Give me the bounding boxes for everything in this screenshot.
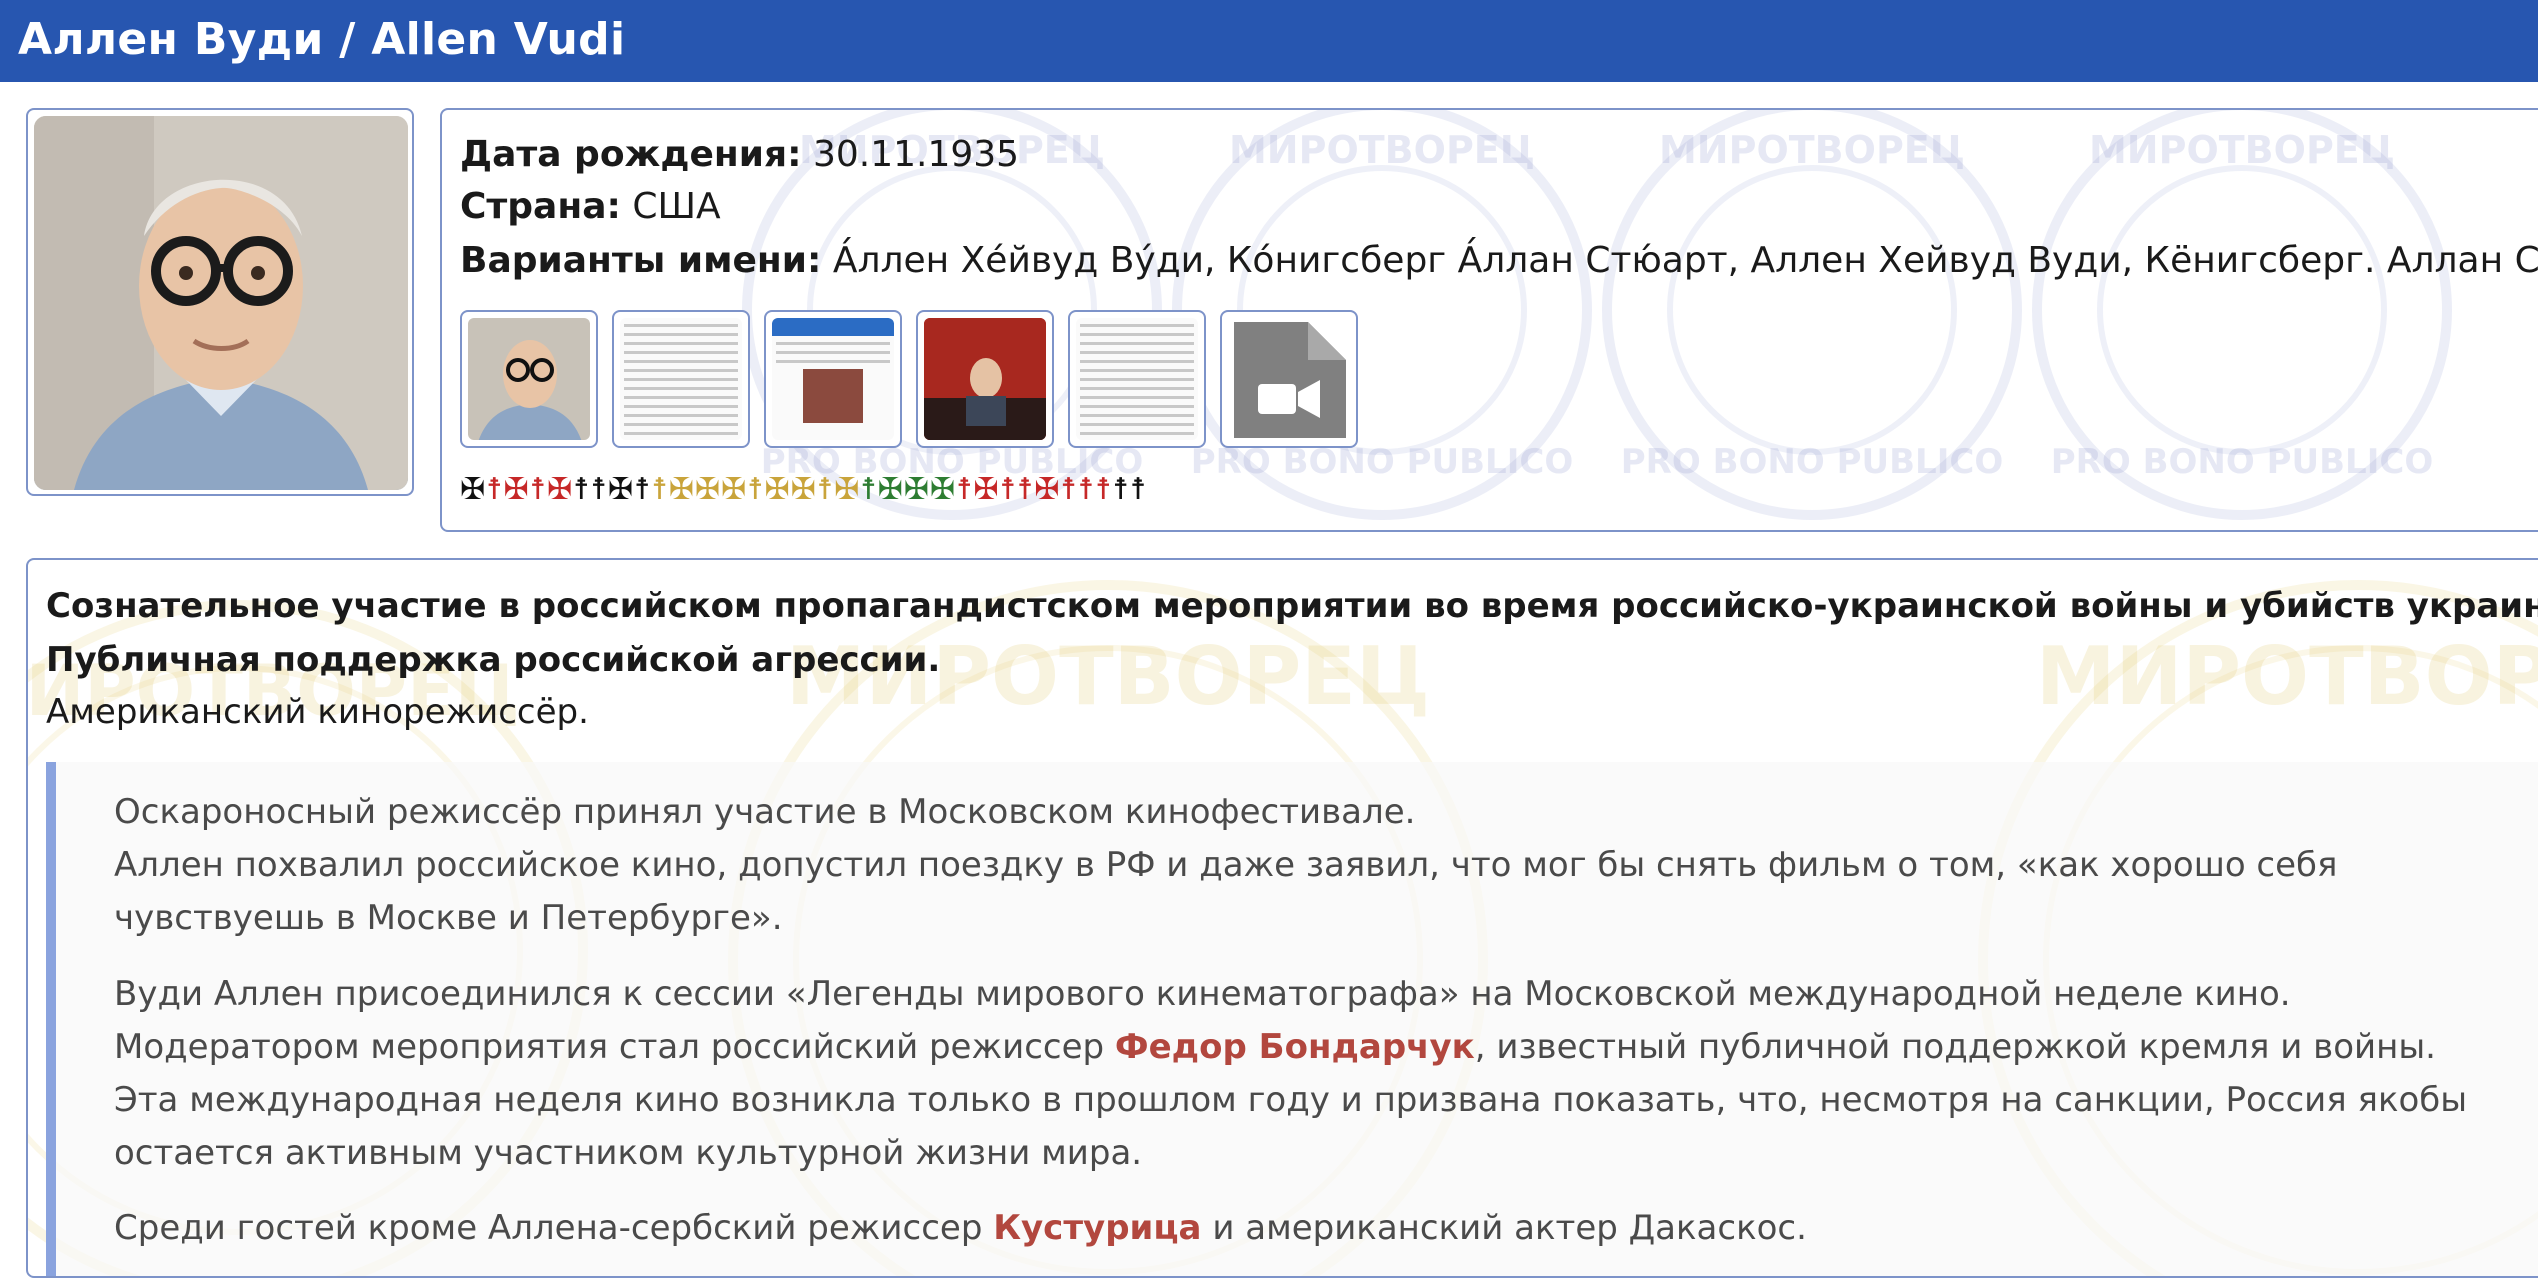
cross-marker: ✠ [460, 472, 487, 507]
media-thumbnails [460, 310, 1358, 448]
paragraph-3: Среди гостей кроме Аллена-сербский режис… [114, 1202, 2534, 1255]
watermark-text: МИРОТВОРЕЦ [2035, 630, 2538, 723]
birth-date-label: Дата рождения: [460, 134, 802, 175]
cross-marker: ☨ [860, 472, 878, 507]
paragraph-text: Аллен похвалил российское кино, допустил… [114, 845, 2338, 938]
cross-marker: ☨ [634, 472, 652, 507]
watermark-text: PRO BONO PUBLICO [1620, 442, 2004, 482]
cross-marker: ☨ [1112, 472, 1130, 507]
name-variants-value: А́ллен Хе́йвуд Ву́ди, Ко́нигсберг А́ллан… [832, 240, 2538, 281]
link-bondarchuk[interactable]: Федор Бондарчук [1115, 1027, 1475, 1067]
thumbnail-photo[interactable] [916, 310, 1054, 448]
cross-marker: ☨ [816, 472, 835, 507]
profile-photo-frame [26, 108, 414, 496]
watermark-text: МИРОТВОРЕЦ [1658, 128, 1966, 172]
paragraph-text: Среди гостей кроме Аллена-сербский режис… [114, 1208, 994, 1248]
paragraph-1: Оскароносный режиссёр принял участие в М… [114, 786, 2534, 945]
cross-marker: ☨ [486, 472, 504, 507]
cross-marker: ☨ [1016, 472, 1035, 507]
country-row: Страна: США [460, 186, 721, 227]
cross-marker: ✠ [903, 472, 930, 507]
cross-marker: ✠ [668, 472, 695, 507]
cross-marker: ☨ [1077, 472, 1096, 507]
profile-photo[interactable] [34, 116, 408, 490]
cross-marker: ✠ [790, 472, 817, 507]
cross-marker: ✠ [607, 472, 634, 507]
profile-subtitle: Американский кинорежиссёр. [46, 692, 589, 732]
cross-marker: ☨ [651, 472, 669, 507]
thumbnail-document[interactable] [764, 310, 902, 448]
profile-info-panel: МИРОТВОРЕЦ PRO BONO PUBLICO МИРОТВОРЕЦ P… [440, 108, 2538, 532]
cross-marker: ☨ [529, 472, 547, 507]
cross-marker: ☨ [956, 472, 974, 507]
cross-markers: ✠☨✠☨✠☨☨✠☨☨✠✠✠☨✠✠☨✠☨✠✠✠☨✠☨☨✠☨☨☨☨☨ [460, 472, 1147, 507]
cross-marker: ✠ [834, 472, 861, 507]
birth-date-value: 30.11.1935 [812, 134, 1020, 175]
birth-date-row: Дата рождения: 30.11.1935 [460, 134, 1019, 175]
watermark-text: МИРОТВОРЕЦ [2088, 128, 2396, 172]
name-variants-row: Варианты имени: А́ллен Хе́йвуд Ву́ди, Ко… [460, 240, 2538, 281]
cross-marker: ✠ [503, 472, 530, 507]
paragraph-text: и американский актер Дакаскос. [1201, 1208, 1807, 1248]
name-variants-label: Варианты имени: [460, 240, 822, 281]
country-value: США [632, 186, 721, 227]
thumbnail-document[interactable] [1068, 310, 1206, 448]
thumbnail-photo[interactable] [460, 310, 598, 448]
cross-marker: ✠ [547, 472, 574, 507]
cross-marker: ☨ [590, 472, 608, 507]
link-kusturica[interactable]: Кустурица [993, 1208, 1201, 1248]
cross-marker: ✠ [721, 472, 748, 507]
cross-marker: ☨ [1060, 472, 1078, 507]
quote-block: Оскароносный режиссёр принял участие в М… [46, 762, 2538, 1276]
cross-marker: ✠ [1034, 472, 1061, 507]
watermark-text: PRO BONO PUBLICO [1190, 442, 1574, 482]
cross-marker: ☨ [1095, 472, 1113, 507]
accusation-lead-2: Публичная поддержка российской агрессии. [46, 640, 941, 680]
paragraph-text: Оскароносный режиссёр принял участие в М… [114, 792, 1416, 832]
watermark-seal: МИРОТВОРЕЦ PRO BONO PUBLICO [1602, 110, 2022, 520]
cross-marker: ☨ [999, 472, 1017, 507]
cross-marker: ✠ [877, 472, 904, 507]
cross-marker: ✠ [764, 472, 791, 507]
country-label: Страна: [460, 186, 621, 227]
cross-marker: ☨ [747, 472, 765, 507]
cross-marker: ✠ [694, 472, 721, 507]
page-header: Аллен Вуди / Allen Vudi [0, 0, 2538, 82]
paragraph-text: , известный публичной поддержкой кремля … [1474, 1027, 2436, 1067]
watermark-seal: МИРОТВОРЕЦ PRO BONO PUBLICO [2032, 110, 2452, 520]
paragraph-text: Эта международная неделя кино возникла т… [114, 1080, 2468, 1173]
video-file-icon [1234, 322, 1346, 438]
thumbnail-document[interactable] [612, 310, 750, 448]
watermark-text: PRO BONO PUBLICO [2050, 442, 2434, 482]
watermark-text: МИРОТВОРЕЦ [1228, 128, 1536, 172]
cross-marker: ✠ [973, 472, 1000, 507]
paragraph-2: Вуди Аллен присоединился к сессии «Леген… [114, 968, 2534, 1180]
cross-marker: ☨ [1129, 472, 1148, 507]
thumbnail-video[interactable] [1220, 310, 1358, 448]
page-title: Аллен Вуди / Allen Vudi [18, 14, 626, 65]
cross-marker: ✠ [929, 472, 957, 507]
main-content: МИРОТВОРЕЦ МИРОТВОРЕЦ МИРОТВОРЕЦ Сознате… [26, 558, 2538, 1278]
accusation-lead: Сознательное участие в российском пропаг… [46, 586, 2538, 626]
portrait-image [34, 116, 408, 490]
cross-marker: ☨ [573, 472, 591, 507]
